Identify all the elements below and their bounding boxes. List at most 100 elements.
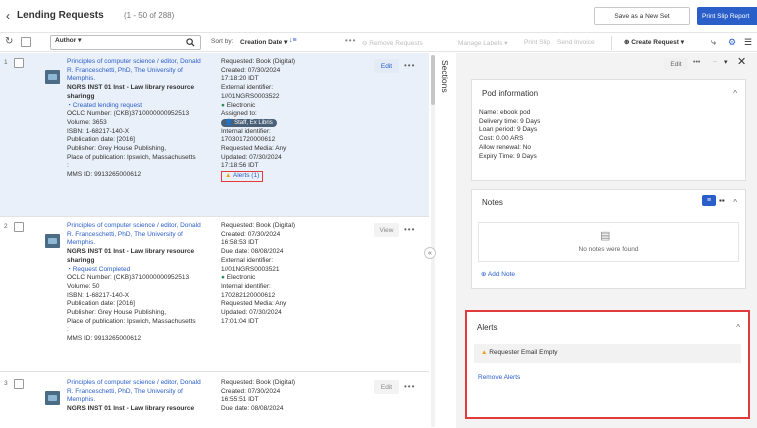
record-created-time: 16:55:51 IDT [221, 396, 259, 404]
toolbar-divider [611, 36, 612, 50]
record-checkbox[interactable] [14, 379, 24, 389]
record-checkbox[interactable] [14, 58, 24, 68]
list-view-icon[interactable]: ☰ [744, 38, 752, 47]
search-icon[interactable] [186, 38, 195, 49]
sort-direction-icon[interactable]: ↓≡ [289, 37, 297, 44]
export-icon[interactable]: ⤷ [711, 38, 716, 47]
chevron-up-icon[interactable]: ^ [733, 198, 737, 207]
notes-title: Notes [482, 198, 503, 207]
pod-name: Name: ebook pod [479, 109, 531, 116]
record-updated: Updated: 07/30/2024 [221, 309, 282, 317]
record-institution: NGRS INST 01 Inst - Law library resource… [67, 84, 195, 100]
remove-requests-button[interactable]: ⊖ Remove Requests [362, 39, 423, 47]
record-mode: Electronic [226, 101, 256, 109]
record-place: Place of publication: Ipswich, Massachus… [67, 317, 196, 325]
record-number: 3 [4, 380, 8, 387]
back-icon[interactable]: ‹ [6, 10, 10, 22]
record-due: Due date: 08/08/2024 [221, 405, 284, 413]
record-due: Due date: 08/08/2024 [221, 248, 284, 256]
list-view-icon[interactable]: ≡ [702, 195, 716, 206]
print-slip-button[interactable]: Print Slip [524, 39, 550, 46]
remove-alerts-link[interactable]: Remove Alerts [478, 374, 520, 381]
add-note-button[interactable]: ⊕ Add Note [481, 270, 515, 278]
record-mode: Electronic [226, 274, 256, 282]
empty-notes-box [478, 222, 739, 262]
list-item[interactable]: 3 Principles of computer science / edito… [0, 372, 429, 428]
record-requested: Requested: Book (Digital) [221, 58, 296, 65]
send-invoice-button[interactable]: Send Invoice [557, 39, 595, 46]
sort-dropdown[interactable]: Creation Date ▾ [240, 38, 287, 46]
view-button[interactable]: View [374, 223, 399, 237]
record-number: 1 [4, 59, 8, 66]
record-requested: Requested: Book (Digital) [221, 379, 296, 386]
record-checkbox[interactable] [14, 222, 24, 232]
pod-cost: Cost: 0.00 ARS [479, 135, 524, 143]
grid-view-icon[interactable]: ▪▪ [719, 195, 725, 206]
record-volume: Volume: 3653 [67, 118, 107, 126]
record-publisher: Publisher: Grey House Publishing, [67, 145, 166, 153]
alerts-link[interactable]: ▲ Alerts (1) [221, 171, 264, 182]
pod-expiry: Expiry Time: 9 Days [479, 152, 537, 160]
save-as-new-set-button[interactable]: Save as a New Set [594, 7, 690, 25]
record-title[interactable]: Principles of computer science / editor,… [67, 222, 207, 248]
record-status: Request Completed [72, 265, 131, 273]
pod-delivery: Delivery time: 9 Days [479, 117, 541, 125]
pod-details: Name: ebook pod Delivery time: 9 Days Lo… [479, 109, 709, 161]
create-request-button[interactable]: ⊕ Create Request ▾ [624, 38, 684, 46]
record-int-label: Internal identifier: [221, 127, 271, 135]
panel-expand-icon[interactable]: ▾ [724, 58, 728, 66]
chevron-up-icon[interactable]: ^ [736, 323, 740, 332]
record-oclc: OCLC Number: (CKB)3710000000952513 [67, 274, 190, 282]
record-media: Requested Media: Any [221, 300, 287, 308]
record-created: Created: 07/30/2024 [221, 230, 281, 238]
row-actions-icon[interactable]: ••• [404, 62, 415, 70]
chevron-up-icon[interactable]: ^ [733, 89, 737, 98]
panel-edit-button[interactable]: Edit [664, 58, 688, 70]
record-int-id: 170282120000612 [221, 291, 276, 299]
list-scrollbar-track[interactable] [431, 55, 435, 427]
list-item[interactable]: 1 Principles of computer science / edito… [0, 53, 429, 216]
edit-button[interactable]: Edit [374, 59, 399, 73]
search-field-dropdown[interactable]: Author ▾ [55, 36, 81, 44]
record-ext-id: 1//01NGRS0003522 [221, 92, 280, 100]
panel-more-icon[interactable]: ••• [693, 59, 700, 66]
record-publisher: Publisher: Grey House Publishing, [67, 309, 166, 317]
row-actions-icon[interactable]: ••• [404, 226, 415, 234]
close-icon[interactable]: ✕ [737, 55, 746, 68]
record-place: Place of publication: Ipswich, Massachus… [67, 153, 196, 161]
record-title[interactable]: Principles of computer science / editor,… [67, 58, 207, 84]
record-ext-id: 1//01NGRS0003521 [221, 265, 280, 273]
list-item[interactable]: 2 Principles of computer science / edito… [0, 217, 429, 372]
no-notes-text: No notes were found [578, 246, 639, 253]
more-actions-icon[interactable]: ••• [345, 37, 356, 45]
record-int-label: Internal identifier: [221, 282, 271, 290]
notes-empty-icon: ▤ [600, 230, 611, 242]
record-ext-label: External identifier: [221, 84, 274, 92]
record-pubdate: Publication date: [2016] [67, 300, 135, 308]
panel-minimize-icon[interactable]: – [713, 58, 717, 65]
refresh-icon[interactable]: ↻ [5, 37, 13, 47]
plus-icon: ⊕ [481, 271, 488, 278]
assigned-badge[interactable]: 👤 Staff, Ex Libris [221, 118, 277, 127]
record-updated-time: 17:18:56 IDT [221, 162, 259, 170]
record-mms: MMS ID: 9913265000612 [67, 171, 142, 179]
record-title[interactable]: Principles of computer science / editor,… [67, 379, 207, 405]
pod-renewal: Allow renewal: No [479, 143, 532, 151]
sections-toggle[interactable]: Sections [440, 60, 452, 93]
record-created-time: 17:18:20 IDT [221, 75, 259, 83]
record-ext-label: External identifier: [221, 256, 274, 264]
record-volume: Volume: 50 [67, 282, 100, 290]
list-scrollbar-thumb[interactable] [431, 55, 435, 105]
book-thumbnail [45, 234, 60, 248]
record-int-id: 170301720000612 [221, 136, 276, 144]
request-list: 1 Principles of computer science / edito… [0, 53, 429, 428]
manage-labels-button[interactable]: Manage Labels ▾ [458, 39, 508, 47]
record-created: Created: 07/30/2024 [221, 387, 281, 395]
select-all-checkbox[interactable] [21, 37, 31, 47]
alerts-title: Alerts [477, 323, 498, 332]
edit-button[interactable]: Edit [374, 380, 399, 394]
settings-icon[interactable]: ⚙ [728, 38, 736, 47]
row-actions-icon[interactable]: ••• [404, 383, 415, 391]
collapse-panel-icon[interactable]: « [424, 247, 436, 259]
print-slip-report-button[interactable]: Print Slip Report [697, 7, 757, 25]
